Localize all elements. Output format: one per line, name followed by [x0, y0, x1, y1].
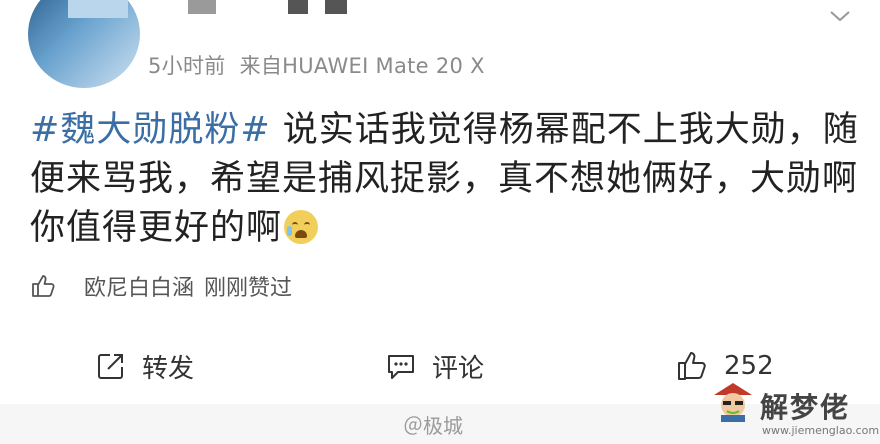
post-source[interactable]: 来自HUAWEI Mate 20 X	[240, 54, 485, 78]
repost-label: 转发	[142, 353, 195, 384]
hashtag-link[interactable]: #魏大勋脱粉#	[30, 110, 271, 150]
liked-by-line: 欧尼白白涵 刚刚赞过	[30, 270, 292, 302]
watermark-url: www.jiemenglao.com	[762, 424, 880, 437]
mascot-logo-icon	[714, 383, 752, 422]
username-censored[interactable]	[288, 0, 308, 14]
thumbs-up-icon	[678, 352, 706, 380]
liker-name[interactable]: 欧尼白白涵	[84, 276, 194, 301]
comment-label: 评论	[432, 353, 485, 384]
watermark-text: ＠极城	[403, 414, 463, 438]
thumbs-up-icon	[32, 275, 55, 297]
username-censored[interactable]	[325, 0, 347, 14]
username-censored[interactable]	[188, 0, 216, 14]
post-meta: 5小时前 来自HUAWEI Mate 20 X	[148, 50, 485, 80]
liked-status: 刚刚赞过	[204, 276, 293, 301]
repost-icon	[98, 354, 123, 379]
repost-button[interactable]: 转发	[96, 342, 194, 390]
crying-emoji-icon	[284, 210, 319, 244]
chevron-down-icon[interactable]	[828, 4, 852, 28]
watermark-brand: 解梦佬	[760, 391, 851, 424]
comment-button[interactable]: 评论	[386, 342, 484, 390]
post-time: 5小时前	[148, 54, 226, 78]
post-content: #魏大勋脱粉# 说实话我觉得杨幂配不上我大勋，随便来骂我，希望是捕风捉影，真不想…	[30, 106, 860, 253]
comment-icon	[388, 355, 414, 379]
like-count: 252	[724, 351, 774, 381]
avatar[interactable]	[28, 0, 140, 88]
